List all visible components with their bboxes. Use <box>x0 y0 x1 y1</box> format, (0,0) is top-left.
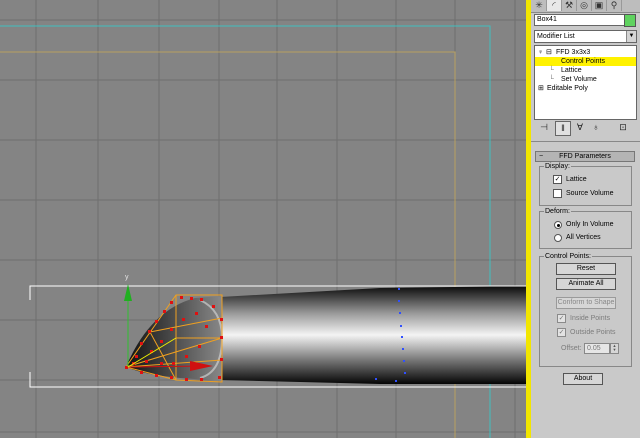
group-label: Control Points: <box>544 252 592 261</box>
show-end-result-icon[interactable]: ‖ <box>555 121 571 136</box>
all-vertices-label: All Vertices <box>566 234 601 241</box>
outside-points-checkbox[interactable]: ✓ <box>557 328 566 337</box>
collapse-rollout-icon[interactable]: − <box>539 152 543 161</box>
chevron-down-icon[interactable]: ▼ <box>626 31 636 42</box>
perspective-viewport[interactable]: y <box>0 0 526 438</box>
group-label: Display: <box>544 162 571 171</box>
remove-modifier-icon[interactable]: ♁ <box>589 121 603 134</box>
make-unique-icon[interactable]: ∀ <box>573 121 587 134</box>
display-tab-icon[interactable]: ▣ <box>592 0 607 11</box>
conform-to-shape-button[interactable]: Conform to Shape <box>556 297 616 309</box>
stack-item-label: Lattice <box>561 67 582 74</box>
outside-points-label: Outside Points <box>570 329 616 336</box>
stack-item-label: Set Volume <box>561 76 597 83</box>
animate-all-button[interactable]: Animate All <box>556 278 616 290</box>
collapse-icon[interactable]: ⊟ <box>546 48 552 57</box>
inside-points-label: Inside Points <box>570 315 611 322</box>
lattice-checkbox[interactable]: ✓ <box>553 175 562 184</box>
source-volume-label: Source Volume <box>566 190 614 197</box>
modifier-stack[interactable]: ♀ ⊟ FFD 3x3x3 Control Points └ Lattice └… <box>534 45 637 120</box>
lattice-label: Lattice <box>566 176 587 183</box>
deform-group: Deform: Only In Volume All Vertices <box>539 207 632 249</box>
only-in-volume-label: Only In Volume <box>566 221 614 228</box>
stack-item-control-points[interactable]: Control Points <box>535 57 636 66</box>
reset-button[interactable]: Reset <box>556 263 616 275</box>
modifier-list-label: Modifier List <box>537 33 575 40</box>
command-panel: ✳ ◜ ⚒ ◎ ▣ ⚲ Box41 Modifier List ▼ ♀ ⊟ FF… <box>531 0 640 438</box>
modifier-list-dropdown[interactable]: Modifier List ▼ <box>534 30 637 43</box>
ffd-parameters-rollout[interactable]: − FFD Parameters <box>535 151 635 162</box>
only-in-volume-radio[interactable] <box>554 221 562 229</box>
display-group: Display: ✓ Lattice Source Volume <box>539 162 632 206</box>
object-name-field[interactable]: Box41 <box>534 14 625 26</box>
rollout-title: FFD Parameters <box>559 153 611 160</box>
stack-toolbar: ⊣ ‖ ∀ ♁ ⊡ <box>534 121 635 136</box>
stack-item-label: Editable Poly <box>547 85 588 92</box>
tree-line-icon: └ <box>549 76 554 83</box>
tube-mesh[interactable] <box>126 286 526 384</box>
create-tab-icon[interactable]: ✳ <box>532 0 547 11</box>
stack-item-label: FFD 3x3x3 <box>556 49 591 56</box>
viewport-scene[interactable]: y <box>0 0 526 438</box>
modify-tab-icon[interactable]: ◜ <box>547 0 562 11</box>
lightbulb-icon[interactable]: ♀ <box>538 48 543 57</box>
gizmo-y-label: y <box>125 274 129 281</box>
stack-item-lattice[interactable]: └ Lattice <box>535 66 636 75</box>
pin-stack-icon[interactable]: ⊣ <box>537 121 551 134</box>
all-vertices-radio[interactable] <box>554 234 562 242</box>
stack-item-set-volume[interactable]: └ Set Volume <box>535 75 636 84</box>
utilities-tab-icon[interactable]: ⚲ <box>607 0 622 11</box>
configure-sets-icon[interactable]: ⊡ <box>616 121 630 134</box>
command-panel-tabs: ✳ ◜ ⚒ ◎ ▣ ⚲ <box>531 0 640 13</box>
object-color-swatch[interactable] <box>624 14 636 27</box>
expand-icon[interactable]: ⊞ <box>538 84 544 93</box>
hierarchy-tab-icon[interactable]: ⚒ <box>562 0 577 11</box>
control-points-group: Control Points: Reset Animate All Confor… <box>539 252 632 367</box>
inside-points-checkbox[interactable]: ✓ <box>557 314 566 323</box>
divider <box>531 141 640 142</box>
about-button[interactable]: About <box>563 373 603 385</box>
source-volume-checkbox[interactable] <box>553 189 562 198</box>
spinner-arrows-icon[interactable]: ▲ ▼ <box>610 343 619 354</box>
stack-item-ffd[interactable]: ♀ ⊟ FFD 3x3x3 <box>535 48 636 57</box>
offset-label: Offset: <box>561 345 582 352</box>
stack-item-label: Control Points <box>561 58 605 65</box>
group-label: Deform: <box>544 207 571 216</box>
stack-item-editable-poly[interactable]: ⊞ Editable Poly <box>535 84 636 93</box>
offset-spinner[interactable]: 0.05 <box>584 343 610 354</box>
motion-tab-icon[interactable]: ◎ <box>577 0 592 11</box>
tree-line-icon: └ <box>549 67 554 74</box>
